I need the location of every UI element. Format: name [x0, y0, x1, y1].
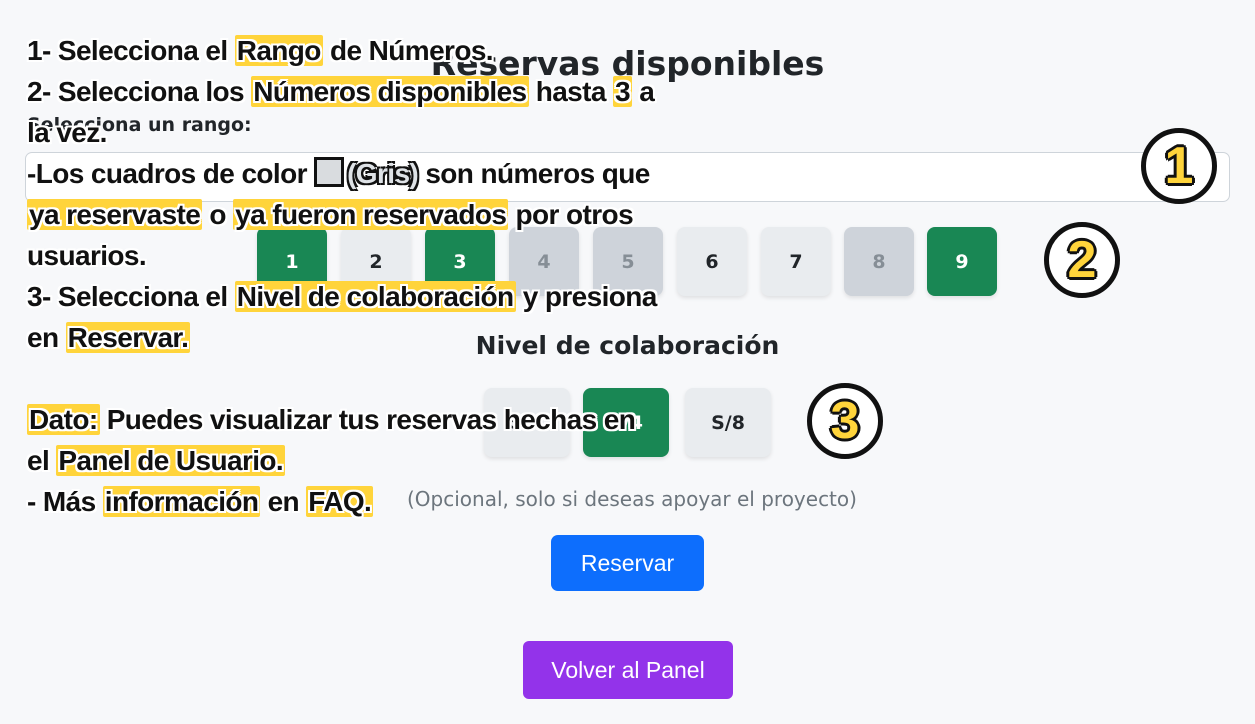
tutorial-step-3: 3- Selecciona el Nivel de colaboración y…: [27, 276, 747, 317]
tutorial-highlight: Dato:: [27, 404, 100, 435]
number-button-8: 8: [844, 227, 914, 296]
step-badge-1: 1: [1141, 128, 1217, 204]
tutorial-text: de Números.: [322, 35, 494, 66]
tutorial-text: 2- Selecciona los: [27, 76, 252, 107]
tutorial-step-1: 1- Selecciona el Rango de Números.: [27, 30, 747, 71]
tutorial-overlay: 1- Selecciona el Rango de Números. 2- Se…: [27, 30, 747, 522]
tutorial-gray-note-end: usuarios.: [27, 240, 147, 271]
tutorial-text: en: [260, 486, 307, 517]
gray-square-icon: [314, 157, 345, 187]
tutorial-text: -Los cuadros de color: [27, 158, 315, 189]
tutorial-highlight: ya reservaste: [27, 199, 203, 230]
number-button-9[interactable]: 9: [927, 227, 997, 296]
tutorial-highlight: ya fueron reservados: [233, 199, 509, 230]
tutorial-gray-note: -Los cuadros de color (Gris) son números…: [27, 153, 747, 194]
tutorial-highlight: información: [102, 486, 261, 517]
back-to-panel-button[interactable]: Volver al Panel: [523, 641, 733, 699]
step-badge-3: 3: [807, 383, 883, 459]
tutorial-text: - Más: [27, 486, 103, 517]
tutorial-tip-cont: el Panel de Usuario.: [27, 440, 747, 481]
tutorial-text: hasta: [528, 76, 614, 107]
tutorial-spacer: [27, 358, 747, 399]
tutorial-text: por otros: [508, 199, 634, 230]
tutorial-gray-word: (Gris): [347, 158, 419, 189]
tutorial-text: 3- Selecciona el: [27, 281, 235, 312]
tutorial-step-3-cont: en Reservar.: [27, 317, 747, 358]
tutorial-highlight: 3: [613, 76, 633, 107]
tutorial-text: el: [27, 445, 57, 476]
tutorial-step-2: 2- Selecciona los Números disponibles ha…: [27, 71, 747, 112]
tutorial-highlight: Reservar.: [65, 322, 191, 353]
tutorial-text: a: [632, 76, 655, 107]
tutorial-text: son números que: [418, 158, 650, 189]
number-button-7[interactable]: 7: [761, 227, 831, 296]
tutorial-highlight: Nivel de colaboración: [234, 281, 516, 312]
tutorial-text: Puedes visualizar tus reservas hechas en: [99, 404, 636, 435]
tutorial-text: y presiona: [515, 281, 658, 312]
tutorial-step-2-cont: la vez.: [27, 117, 107, 148]
tutorial-highlight: Rango: [234, 35, 323, 66]
tutorial-info: - Más información en FAQ.: [27, 481, 747, 522]
tutorial-highlight: Números disponibles: [251, 76, 529, 107]
tutorial-highlight: Panel de Usuario.: [56, 445, 286, 476]
tutorial-gray-note-cont: ya reservaste o ya fueron reservados por…: [27, 194, 747, 235]
step-badge-2: 2: [1044, 222, 1120, 298]
tutorial-text: 1- Selecciona el: [27, 35, 235, 66]
tutorial-highlight: FAQ.: [306, 486, 374, 517]
reserve-button[interactable]: Reservar: [551, 535, 704, 591]
tutorial-text: o: [202, 199, 234, 230]
tutorial-text: en: [27, 322, 66, 353]
tutorial-tip: Dato: Puedes visualizar tus reservas hec…: [27, 399, 747, 440]
